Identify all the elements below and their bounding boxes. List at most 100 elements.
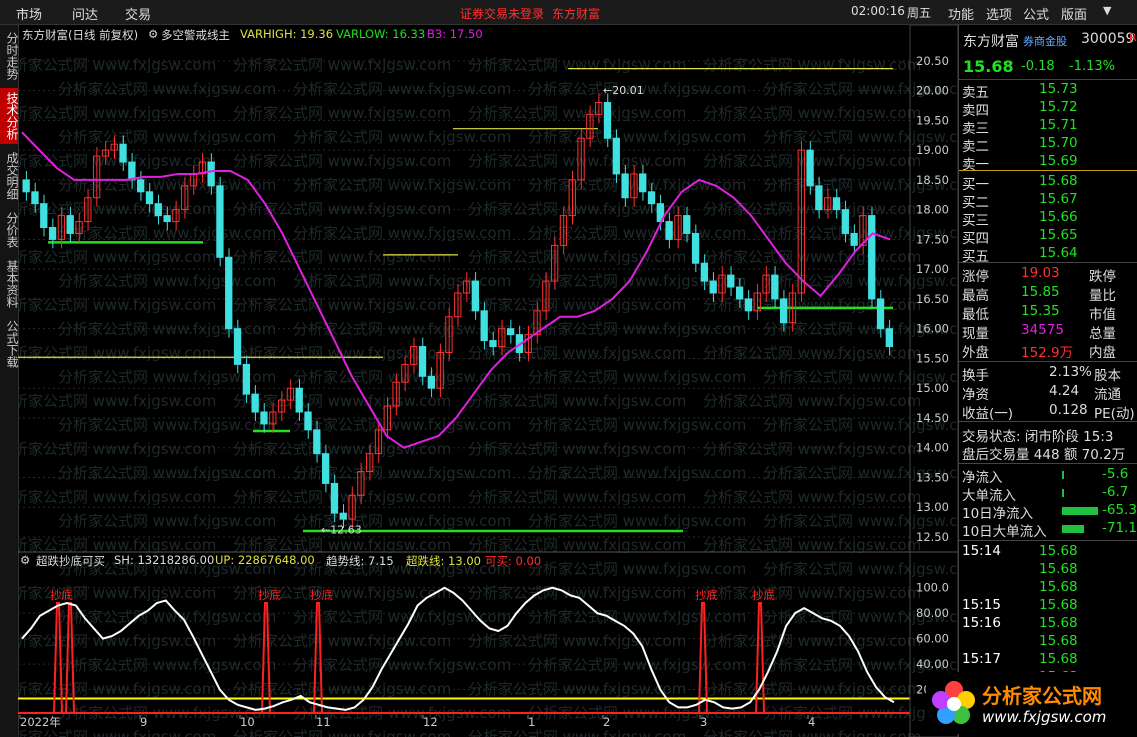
price-change: -0.18 [1021,59,1055,74]
watermark-text: 分析家公式网 www.fxjgsw.com [58,272,276,290]
candle-body [233,328,242,365]
bid-price: 15.68 [1039,173,1078,189]
flow-label: 10日大单流入 [962,524,1047,540]
watermark-text: 分析家公式网 www.fxjgsw.com [233,104,451,122]
candle-body [815,185,823,211]
stock-badge[interactable]: 券商金股 [1023,33,1067,49]
candle-body [471,280,480,312]
watermark-text: 分析家公式网 www.fxjgsw.com [293,80,511,98]
candle-body [31,191,39,205]
menu-trade[interactable]: 交易 [125,4,151,23]
watermark-text: 分析家公式网 www.fxjgsw.com [703,680,921,698]
chevron-down-icon[interactable]: ▼ [1103,4,1111,17]
bid-price: 15.67 [1039,191,1078,207]
osc-tick-label: 80.00 [916,606,949,620]
price-change-pct: -1.13% [1069,59,1115,74]
stat-value: 19.03 [1021,265,1060,281]
r-icon[interactable]: R [1129,31,1137,44]
login-alert[interactable]: 证券交易未登录 [460,5,544,22]
candle-body [771,274,779,300]
price-tick-label: 18.00 [916,203,949,217]
candle-body [665,221,673,240]
flow-row: 10日净流入 -65.3 [959,502,1137,522]
tab-price-table[interactable]: 分价表 [0,208,19,252]
osc-title: 超跌抄底可买 [36,554,105,568]
watermark-text: 分析家公式网 www.fxjgsw.com [703,584,921,602]
menu-formula[interactable]: 公式 [1023,4,1049,23]
main-indicator-name[interactable]: 多空警戒线主 [161,27,230,43]
osc-buy: 可买: 0.00 [485,554,542,568]
watermark-text: 分析家公式网 www.fxjgsw.com [58,128,276,146]
watermark-text: 分析家公式网 www.fxjgsw.com [703,104,921,122]
candle-body [691,232,700,264]
candle-body [137,179,145,193]
osc-oversold: 超跌线: 13.00 [406,554,481,568]
candle-body [154,203,162,217]
price-tick-label: 15.00 [916,381,949,395]
watermark-text: 分析家公式网 www.fxjgsw.com [528,416,746,434]
ask-price: 15.72 [1039,99,1078,115]
menu-wenda[interactable]: 问达 [72,4,98,23]
logo-text: 分析家公式网 [982,684,1102,708]
menu-layout[interactable]: 版面 [1061,4,1087,23]
osc-tick-label: 60.00 [916,632,949,646]
menu-market[interactable]: 市场 [16,4,42,23]
candle-body [251,393,259,413]
watermark-text: 分析家公式网 www.fxjgsw.com [293,176,511,194]
tab-basic-info[interactable]: 基本资料 [0,256,19,312]
last-price: 15.68 [963,57,1014,76]
watermark-text: 分析家公式网 www.fxjgsw.com [233,728,451,737]
date-tick-label: 3 [700,715,707,729]
watermark-text: 分析家公式网 www.fxjgsw.com [18,104,216,122]
watermark-text: 分析家公式网 www.fxjgsw.com [18,440,216,458]
menu-options[interactable]: 选项 [986,4,1012,23]
stat-label-2: 跌停 [1089,269,1116,285]
tab-technical[interactable]: 技术分析 [0,88,19,144]
candle-body [427,375,435,389]
watermark-text: 分析家公式网 www.fxjgsw.com [18,344,216,362]
stat-value: 15.85 [1021,284,1060,300]
watermark-text: 分析家公式网 www.fxjgsw.com [528,560,746,578]
candle-body [128,161,136,181]
brand-text: 东方财富 [552,7,601,21]
watermark-text: 分析家公式网 www.fxjgsw.com [58,416,276,434]
watermark-text: 分析家公式网 www.fxjgsw.com [528,128,746,146]
price-tick-label: 20.00 [916,84,949,98]
tab-formula-download[interactable]: 公式下载 [0,316,19,372]
tab-intraday[interactable]: 分时走势 [0,28,19,84]
ask-price: 15.73 [1039,81,1078,97]
watermark-text: 分析家公式网 www.fxjgsw.com [58,464,276,482]
menu-function[interactable]: 功能 [948,4,974,23]
stat-row: 涨停 19.03 跌停 [959,265,1137,285]
watermark-text: 分析家公式网 www.fxjgsw.com [468,104,686,122]
buy-signal-label: 抄底 [752,588,775,602]
watermark-text: 分析家公式网 www.fxjgsw.com [18,632,216,650]
watermark-text: 分析家公式网 www.fxjgsw.com [468,440,686,458]
tick-row: 15:17 15.68 [959,651,1137,669]
stat2-value: 4.24 [1049,383,1080,399]
tick-row: 15.68 [959,633,1137,651]
watermark-text: 分析家公式网 www.fxjgsw.com [468,680,686,698]
trade-status: 交易状态: 闭市阶段 15:3 [962,429,1114,445]
watermark-text: 分析家公式网 www.fxjgsw.com [468,584,686,602]
ask-price: 15.71 [1039,117,1078,133]
watermark-text: 分析家公式网 www.fxjgsw.com [18,488,216,506]
watermark-text: 分析家公式网 www.fxjgsw.com [293,656,511,674]
settings-icon[interactable]: ⚙ [148,27,158,41]
watermark-text: 分析家公式网 www.fxjgsw.com [703,392,921,410]
tab-trades[interactable]: 成交明细 [0,148,19,204]
osc-sh: SH: 13218286.00 [114,553,215,567]
candle-body [868,215,876,300]
watermark-text: 分析家公式网 www.fxjgsw.com [763,512,958,530]
buy-signal-label: 抄底 [310,588,333,602]
candle-body [779,298,788,324]
ask-price: 15.70 [1039,135,1078,151]
tick-row: 15:14 15.68 [959,543,1137,561]
stat2-label-2: 股本 [1094,368,1121,384]
osc-gear-icon[interactable]: ⚙ [20,553,30,567]
date-tick-label: 1 [528,715,535,729]
candle-body [727,274,735,288]
stat-label-2: 市值 [1089,307,1116,323]
candle-body [207,161,215,187]
ask-row: 卖一 15.69 [959,153,1137,173]
